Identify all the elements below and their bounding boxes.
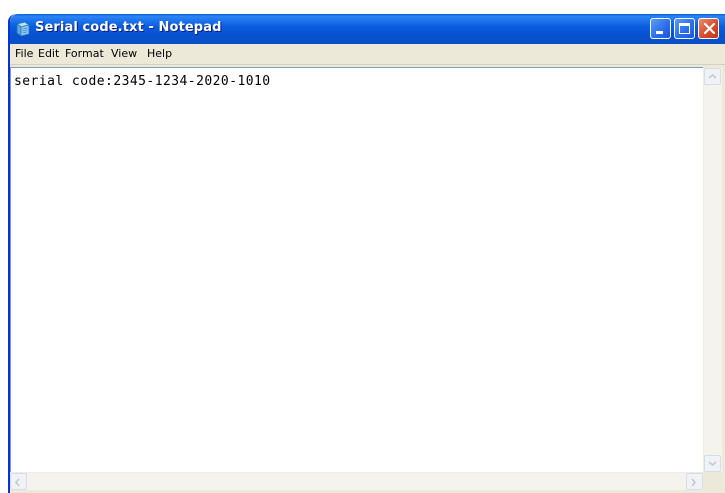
menu-bar: File Edit Format View Help [10, 44, 725, 65]
scroll-right-arrow-icon [691, 478, 697, 487]
scroll-left-button[interactable] [10, 473, 27, 490]
menu-format[interactable]: Format [65, 47, 104, 60]
scroll-down-arrow-icon [708, 461, 717, 467]
menu-view[interactable]: View [111, 47, 137, 60]
title-bar[interactable]: Serial code.txt - Notepad [10, 14, 725, 44]
text-editor[interactable]: serial code:2345-1234-2020-1010 [10, 67, 703, 472]
scroll-up-arrow-icon [708, 73, 717, 79]
minimize-button[interactable] [650, 18, 671, 39]
notepad-window: Serial code.txt - Notepad File Edit Form… [8, 14, 725, 493]
editor-content[interactable]: serial code:2345-1234-2020-1010 [14, 74, 271, 89]
maximize-icon [679, 23, 690, 34]
scroll-left-arrow-icon [14, 478, 20, 487]
menu-help[interactable]: Help [147, 47, 172, 60]
window-title: Serial code.txt - Notepad [35, 20, 222, 35]
menu-edit[interactable]: Edit [38, 47, 59, 60]
close-button[interactable] [698, 18, 719, 39]
resize-grip[interactable] [703, 472, 721, 489]
maximize-button[interactable] [674, 18, 695, 39]
scroll-right-button[interactable] [686, 473, 703, 490]
scroll-up-button[interactable] [704, 68, 721, 85]
minimize-icon [656, 31, 663, 34]
close-icon [701, 20, 718, 37]
scroll-down-button[interactable] [704, 455, 721, 472]
menu-file[interactable]: File [15, 47, 33, 60]
vertical-scrollbar[interactable] [703, 68, 722, 472]
notepad-icon[interactable] [15, 21, 31, 37]
horizontal-scrollbar[interactable] [10, 472, 703, 490]
